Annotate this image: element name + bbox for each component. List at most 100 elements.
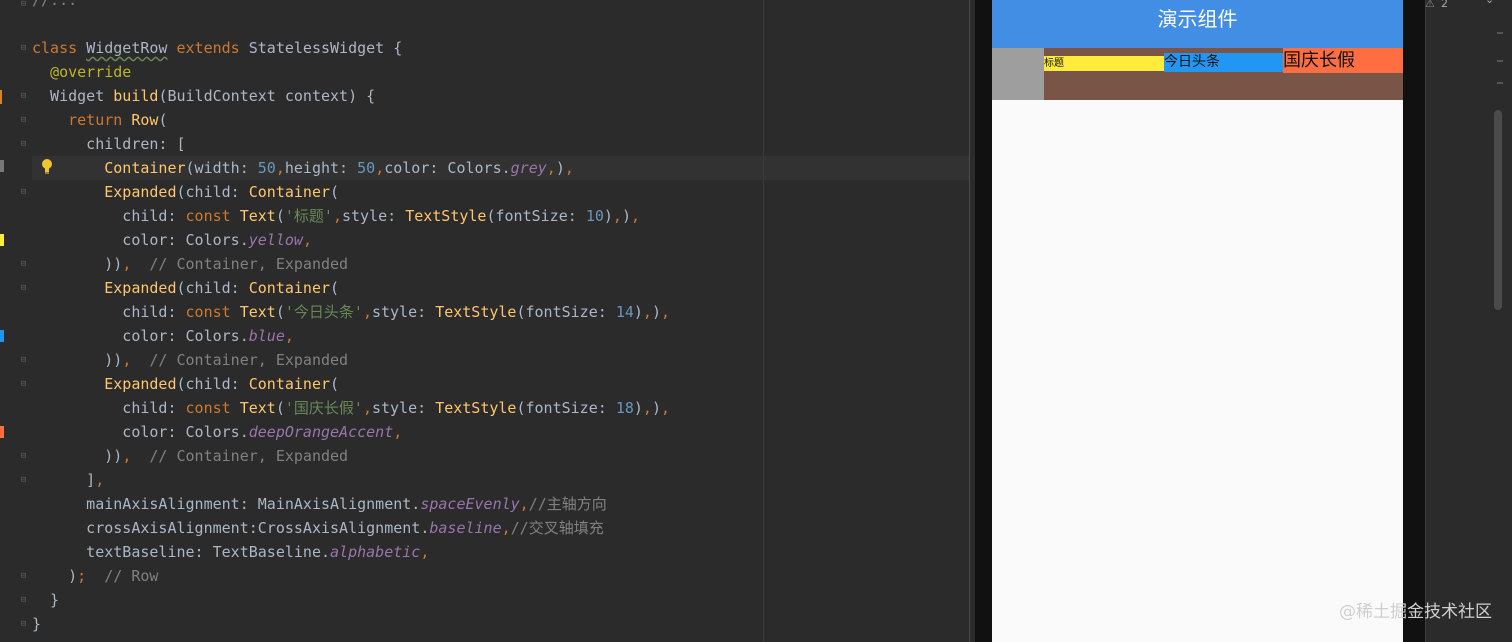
code-token: style: — [371, 399, 436, 417]
fold-icon[interactable]: ⊟ — [19, 140, 28, 149]
code-token: , — [519, 495, 529, 513]
fold-icon[interactable]: ⊟ — [19, 356, 28, 365]
code-token: , — [630, 207, 640, 225]
code-token: (child: — [176, 279, 249, 297]
code-token: 18 — [615, 399, 634, 417]
code-token: build — [113, 87, 159, 105]
fold-icon[interactable]: ⊟ — [19, 452, 28, 461]
lightbulb-icon[interactable] — [40, 158, 54, 176]
headline-text: 今日头条 — [1164, 54, 1220, 70]
code-token: // Container, Expanded — [131, 447, 349, 465]
code-line[interactable]: class WidgetRow extends StatelessWidget … — [32, 36, 402, 60]
code-token: TextStyle — [435, 303, 517, 321]
vertical-scrollbar[interactable] — [1494, 110, 1502, 310]
fold-icon[interactable]: ⊟ — [19, 116, 28, 125]
chevron-down-icon[interactable]: ⌄ — [1485, 0, 1494, 6]
scroll-mark — [1497, 32, 1503, 34]
chevron-up-icon[interactable]: ⌃ — [1462, 0, 1471, 8]
code-token: '标题' — [284, 207, 333, 225]
fold-icon[interactable]: ⊟ — [19, 476, 28, 485]
code-token: StatelessWidget { — [248, 39, 403, 57]
code-line[interactable]: )), // Container, Expanded — [32, 444, 348, 468]
emulator-screen[interactable]: 演示组件 标题 今日头条 国庆长假 — [992, 0, 1403, 642]
code-token: )) — [32, 351, 123, 369]
code-token: ) — [32, 567, 78, 585]
code-line[interactable]: )), // Container, Expanded — [32, 348, 348, 372]
code-line[interactable]: } — [32, 612, 41, 636]
code-token: , — [660, 399, 670, 417]
code-token: deepOrangeAccent — [248, 423, 394, 441]
code-token: class — [32, 39, 87, 57]
code-line[interactable]: Expanded(child: Container( — [32, 276, 339, 300]
code-line[interactable]: child: const Text('今日头条',style: TextStyl… — [32, 300, 670, 324]
code-token: children: [ — [32, 135, 186, 153]
code-line[interactable]: Expanded(child: Container( — [32, 372, 339, 396]
code-line[interactable]: ); // Row — [32, 564, 158, 588]
code-token: style: — [371, 303, 436, 321]
pane-divider[interactable] — [969, 0, 970, 642]
code-token: , — [302, 231, 312, 249]
code-line[interactable]: crossAxisAlignment:CrossAxisAlignment.ba… — [32, 516, 604, 540]
blue-container: 今日头条 — [1164, 53, 1283, 72]
override-marker[interactable] — [0, 90, 2, 104]
color-swatch-yellow[interactable] — [0, 234, 4, 246]
fold-icon[interactable]: ⊟ — [19, 572, 28, 581]
fold-icon[interactable]: ⊟ — [19, 0, 28, 9]
code-line[interactable]: child: const Text('标题',style: TextStyle(… — [32, 204, 640, 228]
code-line[interactable]: ], — [32, 468, 104, 492]
fold-icon[interactable]: ⊟ — [19, 380, 28, 389]
code-token: ) — [633, 399, 643, 417]
code-line[interactable]: //... — [32, 0, 77, 12]
fold-icon[interactable]: ⊟ — [19, 44, 28, 53]
code-token: Text — [239, 303, 276, 321]
code-token: Container — [248, 375, 331, 393]
fold-icon[interactable]: ⊟ — [19, 284, 28, 293]
code-line[interactable]: @override — [32, 60, 131, 84]
code-line[interactable]: return Row( — [32, 108, 167, 132]
code-editor[interactable]: //... class WidgetRow extends StatelessWi… — [0, 0, 975, 642]
code-token: alphabetic — [330, 543, 421, 561]
code-token: WidgetRow — [86, 39, 168, 57]
code-token: // Container, Expanded — [131, 255, 349, 273]
code-token: , — [501, 519, 511, 537]
code-token: , — [642, 399, 652, 417]
code-line[interactable]: mainAxisAlignment: MainAxisAlignment.spa… — [32, 492, 607, 516]
code-token: , — [564, 159, 574, 177]
fold-icon[interactable]: ⊟ — [19, 92, 28, 101]
code-token: Text — [239, 399, 276, 417]
color-swatch-orange[interactable] — [0, 426, 4, 438]
code-line[interactable]: color: Colors.yellow, — [32, 228, 312, 252]
code-token: (fontSize: — [516, 399, 616, 417]
fold-icon[interactable]: ⊟ — [19, 596, 28, 605]
fold-icon[interactable]: ⊟ — [19, 260, 28, 269]
code-line[interactable]: children: [ — [32, 132, 186, 156]
code-line[interactable]: color: Colors.deepOrangeAccent, — [32, 420, 402, 444]
code-token: Expanded — [104, 183, 177, 201]
code-token: 50 — [257, 159, 276, 177]
color-swatch-blue[interactable] — [0, 330, 4, 342]
code-line[interactable]: } — [32, 588, 59, 612]
code-token: Container — [248, 279, 331, 297]
warning-icon[interactable]: ⚠ — [1425, 0, 1435, 10]
fold-icon[interactable]: ⊟ — [19, 620, 28, 629]
code-token: , — [122, 447, 132, 465]
code-token: ( — [275, 399, 285, 417]
code-line[interactable]: Container(width: 50,height: 50,color: Co… — [32, 156, 574, 180]
title-text: 标题 — [1044, 58, 1064, 69]
code-line[interactable]: child: const Text('国庆长假',style: TextStyl… — [32, 396, 670, 420]
code-line[interactable]: textBaseline: TextBaseline.alphabetic, — [32, 540, 429, 564]
editor-right-strip[interactable] — [1425, 0, 1512, 642]
code-line[interactable]: Expanded(child: Container( — [32, 180, 339, 204]
fold-icon[interactable]: ⊟ — [19, 188, 28, 197]
code-line[interactable]: Widget build(BuildContext context) { — [32, 84, 375, 108]
code-token: //交叉轴填充 — [510, 519, 604, 537]
code-token: , — [642, 303, 652, 321]
code-token: , — [393, 423, 403, 441]
widget-row: 标题 今日头条 国庆长假 — [992, 48, 1403, 100]
code-line[interactable]: color: Colors.blue, — [32, 324, 294, 348]
app-bar: 演示组件 — [992, 0, 1403, 48]
code-line[interactable]: )), // Container, Expanded — [32, 252, 348, 276]
right-margin-guide — [763, 0, 764, 642]
